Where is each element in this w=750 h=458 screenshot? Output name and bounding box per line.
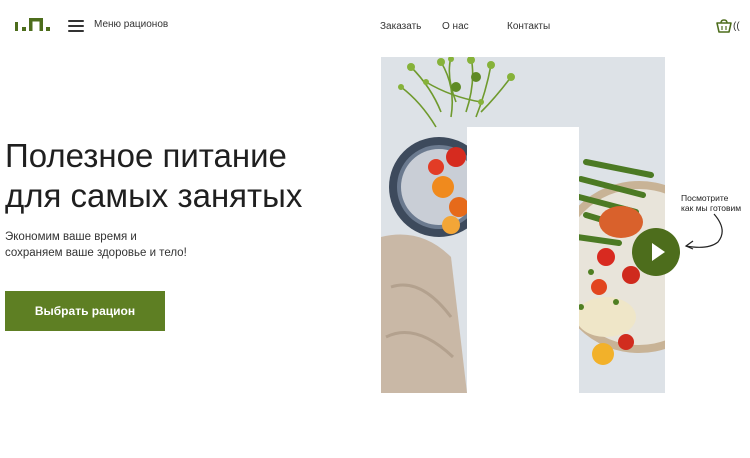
cart-icon[interactable] <box>716 19 732 35</box>
nav-about[interactable]: О нас <box>442 21 469 32</box>
cart-count: (( <box>733 21 740 32</box>
hero-subtitle: Экономим ваше время и сохраняем ваше здо… <box>5 229 187 261</box>
hero-title: Полезное питание для самых занятых <box>5 136 302 216</box>
logo[interactable] <box>14 14 50 34</box>
nav-contacts[interactable]: Контакты <box>507 21 550 32</box>
hero-title-line2: для самых занятых <box>5 177 303 214</box>
hero-subtitle-line1: Экономим ваше время и <box>5 231 137 243</box>
hero-title-line1: Полезное питание <box>5 137 287 174</box>
play-video-button[interactable] <box>632 228 680 276</box>
image-cutout <box>467 127 579 393</box>
menu-label[interactable]: Меню рационов <box>94 19 168 30</box>
hero-subtitle-line2: сохраняем ваше здоровье и тело! <box>5 247 187 259</box>
video-caption-line1: Посмотрите <box>681 193 729 203</box>
menu-icon[interactable] <box>68 20 84 32</box>
nav-order[interactable]: Заказать <box>380 21 421 32</box>
choose-ration-button[interactable]: Выбрать рацион <box>5 291 165 331</box>
arrow-icon <box>684 213 723 250</box>
video-caption: Посмотрите как мы готовим <box>681 193 741 213</box>
